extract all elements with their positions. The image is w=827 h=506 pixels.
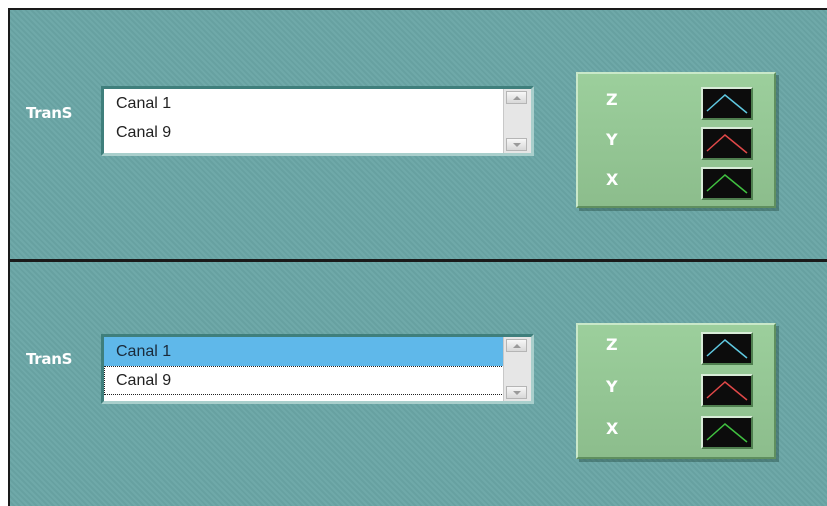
scroll-down-arrow-icon bbox=[512, 390, 521, 395]
plot-line-icon[interactable] bbox=[701, 167, 753, 200]
axis-label-z: Z bbox=[606, 335, 618, 354]
legend-row-x[interactable]: X bbox=[578, 164, 774, 204]
legend-row-z[interactable]: Z bbox=[578, 84, 774, 124]
axis-label-y: Y bbox=[606, 377, 618, 396]
top-panel: TranS Canal 1 Canal 9 Z Y X bbox=[10, 10, 827, 259]
scroll-up-button[interactable] bbox=[506, 339, 527, 352]
plot-legend[interactable]: Z Y X bbox=[576, 323, 776, 459]
axis-label-x: X bbox=[606, 170, 619, 189]
plot-line-icon[interactable] bbox=[701, 127, 753, 160]
list-item-canal-9[interactable]: Canal 9 bbox=[104, 118, 504, 147]
legend-row-y[interactable]: Y bbox=[578, 371, 774, 411]
plot-line-icon[interactable] bbox=[701, 374, 753, 407]
plot-line-icon[interactable] bbox=[701, 87, 753, 120]
axis-label-y: Y bbox=[606, 130, 618, 149]
plot-legend[interactable]: Z Y X bbox=[576, 72, 776, 208]
listbox-items: Canal 1 Canal 9 bbox=[104, 337, 504, 401]
bottom-panel: TranS Canal 1 Canal 9 Z Y X bbox=[10, 262, 827, 506]
listbox-items: Canal 1 Canal 9 bbox=[104, 89, 504, 153]
plot-line-icon[interactable] bbox=[701, 332, 753, 365]
axis-label-z: Z bbox=[606, 90, 618, 109]
legend-row-y[interactable]: Y bbox=[578, 124, 774, 164]
axis-label-x: X bbox=[606, 419, 619, 438]
scroll-up-arrow-icon bbox=[512, 95, 521, 100]
plot-line-icon[interactable] bbox=[701, 416, 753, 449]
listbox-scrollbar[interactable] bbox=[503, 337, 531, 401]
channel-listbox[interactable]: Canal 1 Canal 9 bbox=[101, 334, 534, 404]
list-item-canal-1[interactable]: Canal 1 bbox=[104, 89, 504, 118]
channel-listbox[interactable]: Canal 1 Canal 9 bbox=[101, 86, 534, 156]
scroll-up-button[interactable] bbox=[506, 91, 527, 104]
legend-row-z[interactable]: Z bbox=[578, 329, 774, 369]
listbox-scrollbar[interactable] bbox=[503, 89, 531, 153]
scroll-down-arrow-icon bbox=[512, 142, 521, 147]
scroll-up-arrow-icon bbox=[512, 343, 521, 348]
trans-label: TranS bbox=[26, 350, 73, 368]
scroll-down-button[interactable] bbox=[506, 138, 527, 151]
list-item-canal-1[interactable]: Canal 1 bbox=[104, 337, 504, 366]
scroll-down-button[interactable] bbox=[506, 386, 527, 399]
list-item-canal-9[interactable]: Canal 9 bbox=[104, 366, 504, 395]
trans-label: TranS bbox=[26, 104, 73, 122]
legend-row-x[interactable]: X bbox=[578, 413, 774, 453]
